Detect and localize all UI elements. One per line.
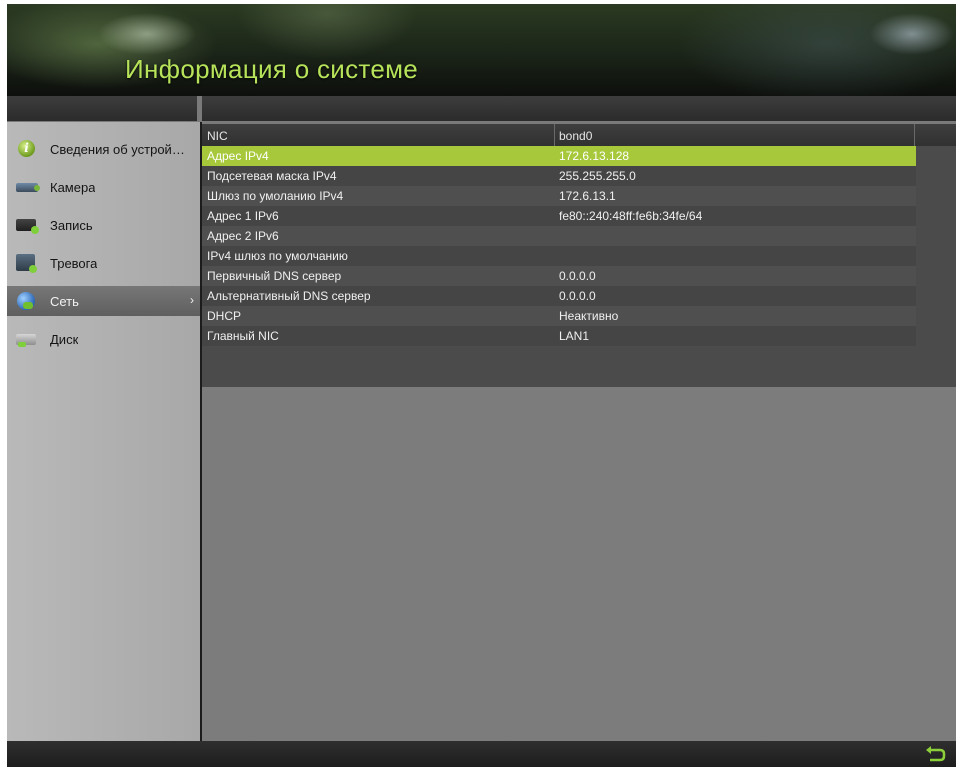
content-header-strip: [202, 96, 956, 121]
table-row[interactable]: Адрес 2 IPv6: [202, 226, 916, 246]
table-row[interactable]: Первичный DNS сервер 0.0.0.0: [202, 266, 916, 286]
column-divider: [554, 124, 555, 146]
row-label: Подсетевая маска IPv4: [207, 169, 337, 183]
row-value: LAN1: [559, 329, 590, 343]
sidebar-item-camera[interactable]: Камера: [7, 172, 200, 202]
bottom-bar: [7, 741, 956, 767]
table-row[interactable]: Главный NIC LAN1: [202, 326, 916, 346]
sidebar-item-record[interactable]: Запись: [7, 210, 200, 240]
table-row[interactable]: IPv4 шлюз по умолчанию: [202, 246, 916, 266]
sidebar-header-strip: [7, 96, 197, 121]
header-banner: Информация о системе: [7, 4, 956, 96]
sidebar-item-label: Диск: [50, 331, 79, 347]
table-row[interactable]: Альтернативный DNS сервер 0.0.0.0: [202, 286, 916, 306]
sidebar-item-label: Сеть: [50, 293, 79, 309]
row-label: Адрес 2 IPv6: [207, 229, 279, 243]
sidebar-item-alarm[interactable]: Тревога: [7, 248, 200, 278]
table-header: NIC bond0: [202, 124, 956, 146]
column-header-nic: NIC: [207, 129, 228, 143]
row-value: 0.0.0.0: [559, 269, 596, 283]
network-info-table: NIC bond0 Адрес IPv4 172.6.13.128 Подсет…: [202, 124, 956, 388]
sidebar-item-label: Сведения об устройст...: [50, 141, 190, 157]
network-icon: [16, 292, 38, 310]
content-empty-area: [202, 387, 956, 741]
table-row[interactable]: DHCP Неактивно: [202, 306, 916, 326]
chevron-right-icon: ›: [190, 293, 194, 307]
app-window: Информация о системе i Сведения об устро…: [7, 4, 956, 767]
sidebar-item-label: Запись: [50, 217, 93, 233]
row-value: 172.6.13.1: [559, 189, 616, 203]
row-value: 255.255.255.0: [559, 169, 636, 183]
table-row[interactable]: Адрес 1 IPv6 fe80::240:48ff:fe6b:34fe/64: [202, 206, 916, 226]
row-label: Главный NIC: [207, 329, 279, 343]
row-label: Шлюз по умоланию IPv4: [207, 189, 344, 203]
row-value: Неактивно: [559, 309, 619, 323]
page-title: Информация о системе: [125, 54, 419, 84]
table-row[interactable]: Адрес IPv4 172.6.13.128: [202, 146, 916, 166]
row-label: DHCP: [207, 309, 242, 323]
row-label: Адрес IPv4: [207, 149, 269, 163]
back-arrow-icon[interactable]: [924, 744, 946, 764]
column-header-bond: bond0: [559, 129, 593, 143]
row-label: Альтернативный DNS сервер: [207, 289, 371, 303]
alarm-icon: [16, 254, 38, 273]
table-row[interactable]: Шлюз по умоланию IPv4 172.6.13.1: [202, 186, 916, 206]
camera-icon: [16, 178, 40, 196]
row-value: fe80::240:48ff:fe6b:34fe/64: [559, 209, 703, 223]
sidebar-item-network[interactable]: Сеть ›: [7, 286, 200, 316]
row-value: 0.0.0.0: [559, 289, 596, 303]
info-icon: i: [16, 140, 38, 158]
disk-icon: [16, 330, 38, 348]
sidebar-item-device-info[interactable]: i Сведения об устройст...: [7, 134, 200, 164]
column-divider: [914, 124, 915, 146]
row-value: 172.6.13.128: [559, 149, 630, 163]
sidebar-item-label: Камера: [50, 179, 96, 195]
record-icon: [16, 216, 39, 234]
row-label: Первичный DNS сервер: [207, 269, 342, 283]
sidebar-item-label: Тревога: [50, 255, 98, 271]
sidebar-item-disk[interactable]: Диск: [7, 324, 200, 354]
row-label: IPv4 шлюз по умолчанию: [207, 249, 348, 263]
row-label: Адрес 1 IPv6: [207, 209, 279, 223]
table-row[interactable]: Подсетевая маска IPv4 255.255.255.0: [202, 166, 916, 186]
sidebar: i Сведения об устройст... Камера Запись …: [7, 122, 202, 741]
